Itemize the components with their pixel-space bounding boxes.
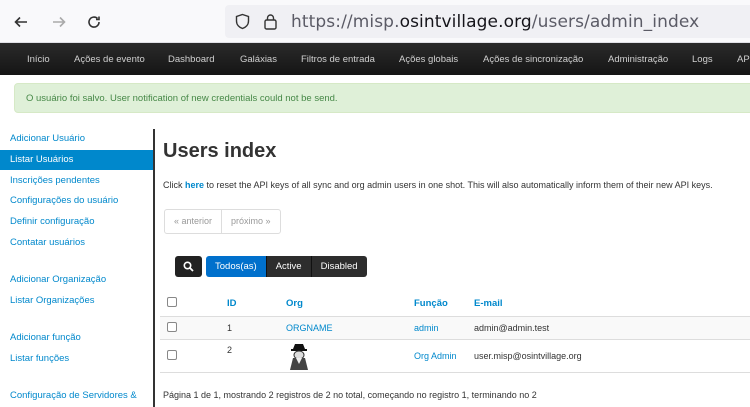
forward-arrow-icon [53,16,66,28]
pagination: « anterior próximo » [164,209,281,234]
sidebar-item-list-roles[interactable]: Listar funções [0,349,153,369]
back-button[interactable] [9,10,33,34]
user-role-link[interactable]: admin [414,316,474,340]
browser-toolbar: https://misp.osintvillage.org/users/admi… [0,0,750,43]
menu-item-home[interactable]: Início [27,54,50,65]
search-icon [183,261,194,272]
reload-icon [88,16,100,28]
sidebar-item-set-setting[interactable]: Definir configuração [0,212,153,232]
address-bar[interactable]: https://misp.osintvillage.org/users/admi… [225,5,750,38]
top-menu: Início Ações de evento Dashboard Galáxia… [0,43,750,75]
user-id: 2 [227,339,286,373]
sidebar-item-add-organisation[interactable]: Adicionar Organização [0,270,153,290]
column-header-org[interactable]: Org [286,292,414,317]
lock-icon [264,14,277,30]
reload-button[interactable] [82,10,106,34]
filter-disabled-button[interactable]: Disabled [311,256,367,277]
search-button[interactable] [175,256,202,277]
row-checkbox[interactable] [167,321,177,332]
sidebar: Adicionar Usuário Listar Usuários Inscri… [0,129,155,407]
user-email: user.misp@osintvillage.org [474,339,750,373]
menu-item-sync-actions[interactable]: Ações de sincronização [483,54,583,65]
column-header-role[interactable]: Função [414,292,474,317]
table-header-row: ID Org Função E-mail [160,292,750,317]
menu-item-input-filters[interactable]: Filtros de entrada [301,54,375,65]
org-logo-icon[interactable] [288,342,310,370]
user-org-link[interactable]: ORGNAME [286,316,414,340]
pager-next-button[interactable]: próximo » [221,210,280,233]
column-header-id[interactable]: ID [227,292,286,317]
column-header-email[interactable]: E-mail [474,292,750,317]
table-row: 2 Org Admin user.misp@osintvillage.org [160,339,750,373]
pagination-summary: Página 1 de 1, mostrando 2 registros de … [163,390,537,400]
sidebar-item-pending-registrations[interactable]: Inscrições pendentes [0,171,153,191]
alert-text: O usuário foi salvo. User notification o… [26,93,338,104]
shield-icon [235,13,250,30]
pager-prev-button[interactable]: « anterior [165,210,221,233]
forward-button[interactable] [47,10,71,34]
users-table: ID Org Função E-mail 1 ORGNAME admin adm… [160,292,750,373]
filter-bar: Todos(as) Active Disabled [175,256,367,277]
sidebar-item-contact-users[interactable]: Contatar usuários [0,233,153,253]
sidebar-item-list-users[interactable]: Listar Usuários [0,150,153,170]
sidebar-item-add-role[interactable]: Adicionar função [0,328,153,348]
reset-api-keys-link[interactable]: here [185,180,204,190]
sidebar-item-list-organisations[interactable]: Listar Organizações [0,291,153,311]
page-title: Users index [163,140,277,162]
intro-text: Click here to reset the API keys of all … [163,180,713,190]
filter-active-button[interactable]: Active [266,256,312,277]
menu-item-galaxies[interactable]: Galáxias [240,54,277,65]
menu-item-global-actions[interactable]: Ações globais [399,54,458,65]
filter-all-button[interactable]: Todos(as) [206,256,267,277]
table-row: 1 ORGNAME admin admin@admin.test [160,316,750,340]
user-role-link[interactable]: Org Admin [414,339,474,373]
url-text: https://misp.osintvillage.org/users/admi… [291,12,700,32]
user-email: admin@admin.test [474,316,750,340]
user-id: 1 [227,316,286,340]
success-alert: O usuário foi salvo. User notification o… [14,83,750,113]
menu-item-dashboard[interactable]: Dashboard [168,54,214,65]
menu-item-administration[interactable]: Administração [608,54,668,65]
menu-item-logs[interactable]: Logs [692,54,713,65]
menu-item-api[interactable]: AP [737,54,750,65]
row-checkbox[interactable] [167,349,177,360]
sidebar-item-user-settings[interactable]: Configurações do usuário [0,191,153,211]
select-all-checkbox[interactable] [167,297,177,308]
sidebar-item-add-user[interactable]: Adicionar Usuário [0,129,153,149]
sidebar-item-server-settings[interactable]: Configuração de Servidores & [0,386,153,406]
menu-item-event-actions[interactable]: Ações de evento [74,54,145,65]
back-arrow-icon [14,16,27,28]
